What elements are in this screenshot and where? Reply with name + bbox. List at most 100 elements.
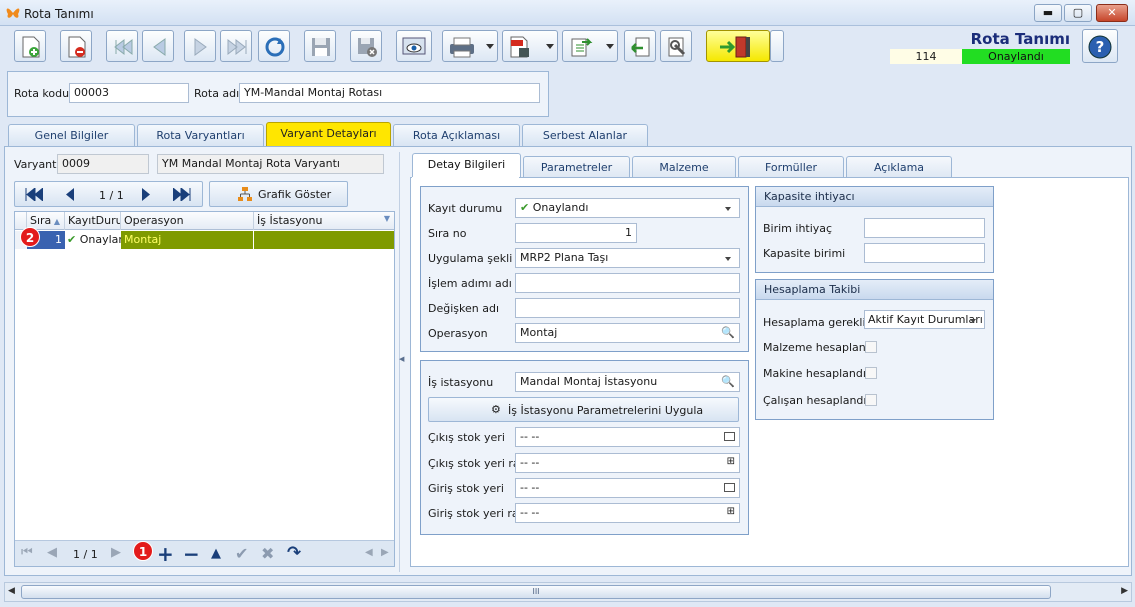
exit-dropdown-button[interactable] [770,30,784,62]
makine-hesaplandi-label: Makine hesaplandı [763,367,866,380]
birim-ihtiyac-field[interactable] [864,218,985,238]
confirm-icon[interactable]: ✔ [235,544,248,563]
operations-grid: Sıra ▲ KayıtDurumu Operasyon İş İstasyon… [14,211,395,567]
tab-rota-varyantlari[interactable]: Rota Varyantları [137,124,264,146]
cancel-icon[interactable]: ✖ [261,544,274,563]
is-istasyonu-field[interactable]: Mandal Montaj İstasyonu 🔍 [515,372,740,392]
table-row[interactable]: 1 ✔ Onaylandı Montaj [15,231,394,249]
save-icon [312,38,330,56]
first-icon[interactable] [25,188,43,201]
tab-formuller[interactable]: Formüller [738,156,844,178]
cikis-raf-field[interactable]: -- -- ⊞ [515,453,740,473]
search-icon[interactable]: 🔍 [721,375,735,388]
graph-button[interactable]: Grafik Göster [209,181,348,207]
prev-record-button[interactable] [142,30,174,62]
makine-hesaplandi-checkbox[interactable] [865,367,877,379]
islem-adimi-field[interactable] [515,273,740,293]
delete-record-button[interactable] [60,30,92,62]
horizontal-scrollbar[interactable]: ◀ III ▶ [4,582,1132,602]
first-record-button[interactable] [106,30,138,62]
tab-varyant-detaylari[interactable]: Varyant Detayları [266,122,391,146]
giris-raf-value: -- -- [520,506,540,519]
remove-row-icon[interactable]: − [183,542,200,566]
print-button[interactable] [442,30,498,62]
refresh-button[interactable] [258,30,290,62]
export-button[interactable] [562,30,618,62]
close-button[interactable]: ✕ [1096,4,1128,22]
save-close-button[interactable] [350,30,382,62]
tab-aciklama[interactable]: Açıklama [846,156,952,178]
hesaplama-gerekli-select[interactable]: Aktif Kayıt Durumları [864,310,985,329]
tab-genel-bilgiler[interactable]: Genel Bilgiler [8,124,135,146]
cell-operasyon[interactable]: Montaj [121,231,254,249]
exit-button[interactable] [706,30,770,62]
kayit-durumu-select[interactable]: ✔ Onaylandı [515,198,740,218]
import-button[interactable] [624,30,656,62]
pdf-export-button[interactable] [502,30,558,62]
tree-icon[interactable]: ⊞ [727,456,735,467]
col-kayit-durumu[interactable]: KayıtDurumu [65,212,121,230]
next-icon[interactable]: ▶ [111,545,121,560]
operasyon-field[interactable]: Montaj 🔍 [515,323,740,343]
giris-raf-field[interactable]: -- -- ⊞ [515,503,740,523]
scroll-left-icon[interactable]: ◀ [365,547,373,558]
giris-stok-field[interactable]: -- -- [515,478,740,498]
next-icon[interactable] [141,188,151,201]
rota-adi-field[interactable]: YM-Mandal Montaj Rotası [239,83,540,103]
scroll-left-icon[interactable]: ◀ [8,586,15,596]
next-record-button[interactable] [184,30,216,62]
tab-malzeme[interactable]: Malzeme [632,156,736,178]
col-operasyon[interactable]: Operasyon [121,212,254,230]
first-icon[interactable]: ⏮ [21,545,33,560]
cikis-stok-field[interactable]: -- -- [515,427,740,447]
new-record-button[interactable] [14,30,46,62]
col-is-istasyonu[interactable]: İş İstasyonu ▼ [254,212,394,230]
barcode-icon[interactable] [724,483,735,492]
cell-kayit-durumu-text: Onaylandı [79,233,121,246]
kapasite-title: Kapasite ihtiyacı [756,187,993,207]
tools-button[interactable] [660,30,692,62]
cell-is-istasyonu[interactable] [254,231,394,249]
apply-icon: ⚙ [491,403,501,416]
print-icon [450,37,474,58]
last-icon[interactable] [173,188,191,201]
calisan-hesaplandi-checkbox[interactable] [865,394,877,406]
tree-icon[interactable]: ⊞ [727,506,735,517]
tab-parametreler[interactable]: Parametreler [523,156,630,178]
degisken-adi-field[interactable] [515,298,740,318]
active-tab-joiner [412,177,519,179]
scroll-right-icon[interactable]: ▶ [1121,586,1128,596]
varyant-name-field: YM Mandal Montaj Rota Varyantı [157,154,384,174]
cell-kayit-durumu[interactable]: ✔ Onaylandı [65,231,121,249]
refresh-icon[interactable]: ↷ [287,543,301,563]
maximize-button[interactable]: ▢ [1064,4,1092,22]
rota-kodu-field[interactable]: 00003 [69,83,189,103]
tab-detay-bilgileri[interactable]: Detay Bilgileri [412,153,521,178]
status-badge: Onaylandı [962,49,1070,64]
save-button[interactable] [304,30,336,62]
move-up-icon[interactable]: ▲ [211,546,221,561]
search-icon[interactable]: 🔍 [721,326,735,339]
last-record-button[interactable] [220,30,252,62]
help-button[interactable]: ? [1082,29,1118,63]
malzeme-hesaplandi-checkbox[interactable] [865,341,877,353]
col-sira-label: Sıra [30,214,52,227]
sira-no-field[interactable]: 1 [515,223,637,243]
kapasite-birimi-field[interactable] [864,243,985,263]
prev-icon[interactable] [65,188,75,201]
graph-button-label: Grafik Göster [258,188,332,201]
apply-station-params-button[interactable]: ⚙ İş İstasyonu Parametrelerini Uygula [428,397,739,422]
scroll-right-icon[interactable]: ▶ [381,547,389,558]
preview-button[interactable] [396,30,432,62]
prev-icon[interactable]: ◀ [47,545,57,560]
uygulama-sekli-select[interactable]: MRP2 Plana Taşı [515,248,740,268]
splitter-arrow-icon[interactable]: ◀ [399,355,404,363]
varyant-code-field[interactable]: 0009 [57,154,149,174]
add-row-icon[interactable]: + [157,542,174,566]
tab-rota-aciklamasi[interactable]: Rota Açıklaması [393,124,520,146]
barcode-icon[interactable] [724,432,735,441]
tab-serbest-alanlar[interactable]: Serbest Alanlar [522,124,648,146]
scroll-thumb[interactable]: III [21,585,1051,599]
giris-raf-label: Giriş stok yeri raf [428,507,523,520]
minimize-button[interactable]: ▬ [1034,4,1062,22]
